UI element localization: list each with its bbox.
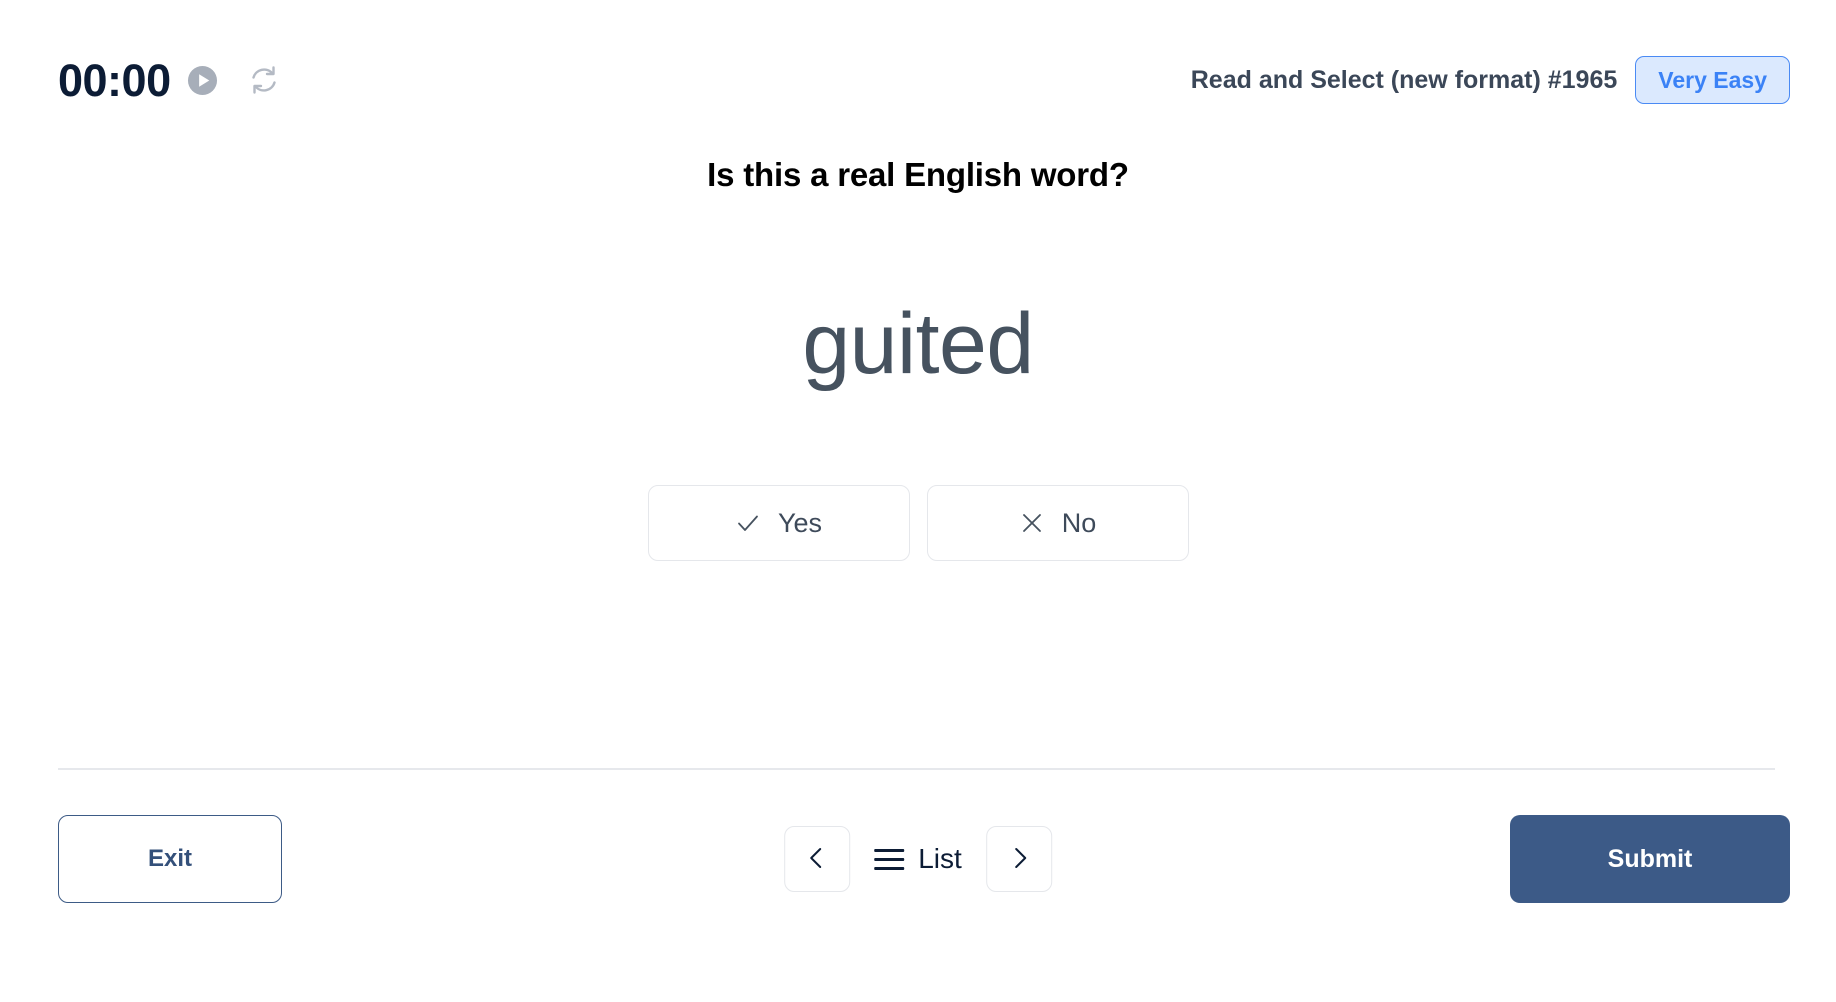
exercise-title: Read and Select (new format) #1965 [1190, 65, 1618, 94]
refresh-button[interactable] [234, 64, 280, 96]
play-button[interactable] [187, 65, 218, 96]
previous-button[interactable] [784, 826, 851, 892]
check-icon [735, 510, 761, 536]
answer-no-label: No [1061, 507, 1097, 538]
footer-divider [58, 768, 1775, 770]
chevron-right-icon [1006, 845, 1032, 874]
timer-group: 00:00 [58, 48, 280, 112]
submit-button[interactable]: Submit [1510, 815, 1790, 903]
play-circle-icon [187, 65, 218, 96]
close-icon [1019, 510, 1045, 536]
answer-yes-label: Yes [777, 507, 823, 538]
next-button[interactable] [985, 826, 1052, 892]
list-button[interactable]: List [870, 843, 966, 875]
timer-display: 00:00 [58, 54, 171, 106]
word-display: guited [802, 296, 1034, 392]
exercise-page: 00:00 Read and Select (new format) #1965… [0, 0, 1836, 1002]
difficulty-badge[interactable]: Very Easy [1635, 56, 1790, 104]
question-prompt: Is this a real English word? [707, 156, 1129, 193]
navigation-group: List [784, 815, 1052, 903]
answer-choices: Yes No [0, 485, 1836, 561]
answer-no-button[interactable]: No [926, 485, 1189, 561]
header-right: Read and Select (new format) #1965 Very … [1191, 48, 1790, 112]
header: 00:00 Read and Select (new format) #1965… [0, 48, 1836, 112]
chevron-left-icon [804, 845, 830, 874]
answer-yes-button[interactable]: Yes [647, 485, 910, 561]
hamburger-icon [874, 848, 905, 870]
refresh-icon [234, 64, 280, 96]
footer: Exit List Submit [0, 810, 1836, 910]
exit-button[interactable]: Exit [58, 815, 282, 903]
list-label: List [918, 843, 962, 874]
